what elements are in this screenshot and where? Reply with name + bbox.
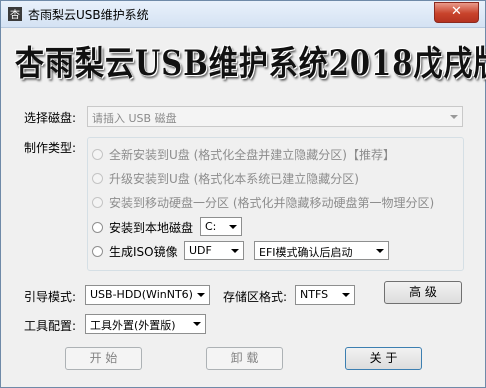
make-type-label: 制作类型: <box>24 141 77 155</box>
chevron-down-icon <box>231 249 239 253</box>
radio-local-disk[interactable] <box>92 222 103 233</box>
disk-label: 选择磁盘: <box>24 111 77 125</box>
chevron-down-icon <box>342 293 350 297</box>
chevron-down-icon <box>376 249 384 253</box>
storage-format-label: 存储区格式: <box>223 290 288 304</box>
boot-mode-select[interactable]: USB-HDD(WinNT6) <box>85 285 210 305</box>
banner-title: 杏雨梨云USB维护系统2018戊戌版 <box>15 43 486 84</box>
title-bar[interactable]: 杏 杏雨梨云USB维护系统 ✕ <box>1 1 485 28</box>
disk-select-value: 请插入 USB 磁盘 <box>92 112 177 125</box>
efi-mode-select[interactable]: EFI模式确认后启动 <box>254 241 389 260</box>
close-button[interactable]: ✕ <box>434 2 479 23</box>
app-icon: 杏 <box>8 7 22 21</box>
advanced-button[interactable]: 高 级 <box>384 281 462 304</box>
chevron-down-icon <box>197 293 205 297</box>
iso-format-value: UDF <box>189 244 212 257</box>
uninstall-button[interactable]: 卸 载 <box>206 347 283 370</box>
chevron-down-icon <box>229 225 237 229</box>
iso-format-select[interactable]: UDF <box>184 241 244 260</box>
tool-config-value: 工具外置(外置版) <box>90 319 176 332</box>
efi-mode-value: EFI模式确认后启动 <box>259 246 353 259</box>
radio-iso[interactable] <box>92 246 103 257</box>
option-upgrade-install[interactable]: 升级安装到U盘 (格式化本系统已建立隐藏分区) <box>109 170 359 187</box>
storage-format-value: NTFS <box>300 288 329 301</box>
svg-text:杏: 杏 <box>10 8 20 21</box>
banner: 杏雨梨云USB维护系统2018戊戌版 <box>1 28 486 98</box>
option-iso[interactable]: 生成ISO镜像 <box>109 243 178 260</box>
tool-config-label: 工具配置: <box>24 319 77 333</box>
window-title: 杏雨梨云USB维护系统 <box>28 8 149 22</box>
main-window: 杏 杏雨梨云USB维护系统 ✕ 杏雨梨云USB维护系统2018戊戌版 选择磁盘:… <box>0 0 486 388</box>
tool-config-select[interactable]: 工具外置(外置版) <box>85 314 206 334</box>
option-fresh-install[interactable]: 全新安装到U盘 (格式化全盘并建立隐藏分区)【推荐】 <box>109 146 395 163</box>
local-drive-select[interactable]: C: <box>200 217 242 236</box>
storage-format-select[interactable]: NTFS <box>295 285 355 305</box>
radio-fresh-install[interactable] <box>92 149 103 160</box>
option-local-disk[interactable]: 安装到本地磁盘 <box>109 219 193 236</box>
option-mobile-disk[interactable]: 安装到移动硬盘一分区 (格式化并隐藏移动硬盘第一物理分区) <box>109 194 434 211</box>
about-button[interactable]: 关 于 <box>345 347 422 370</box>
chevron-down-icon <box>193 322 201 326</box>
disk-select[interactable]: 请插入 USB 磁盘 <box>87 106 463 127</box>
radio-mobile-disk[interactable] <box>92 197 103 208</box>
radio-upgrade-install[interactable] <box>92 173 103 184</box>
close-icon: ✕ <box>451 4 462 19</box>
boot-mode-value: USB-HDD(WinNT6) <box>90 288 193 301</box>
start-button[interactable]: 开 始 <box>65 347 142 370</box>
chevron-down-icon <box>450 115 458 119</box>
local-drive-value: C: <box>205 220 217 233</box>
boot-mode-label: 引导模式: <box>24 290 77 304</box>
